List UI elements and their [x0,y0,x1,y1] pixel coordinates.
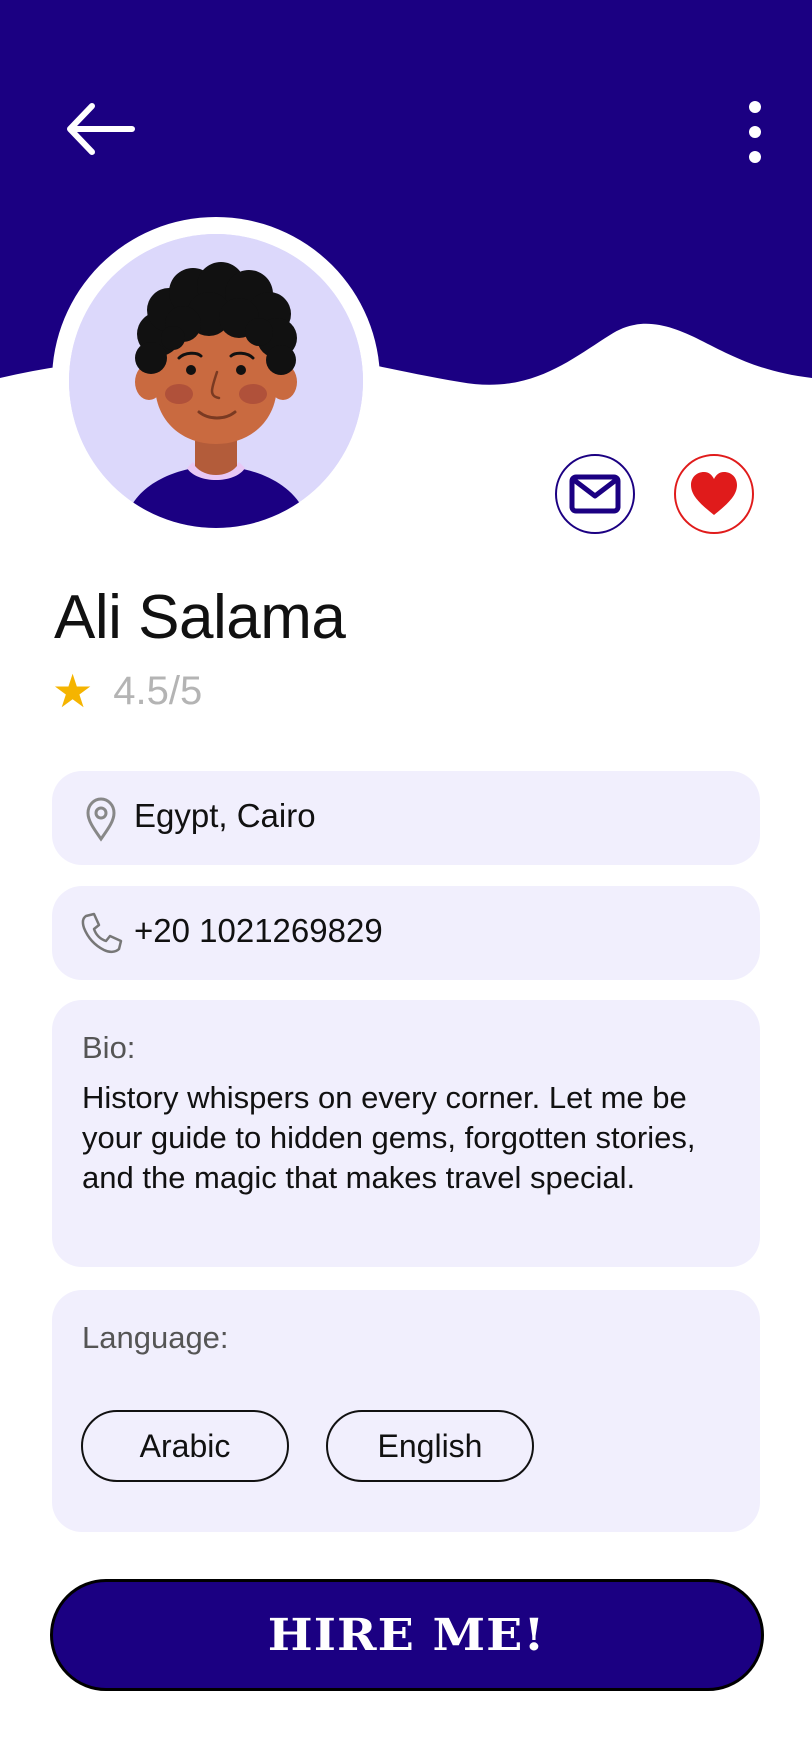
language-label: Language: [82,1320,229,1355]
location-pin-icon [86,797,116,842]
arrow-left-icon [67,103,135,155]
avatar [69,234,363,528]
location-text: Egypt, Cairo [134,797,316,834]
favorite-button[interactable] [674,454,754,534]
language-chip-english[interactable]: English [326,1410,534,1482]
more-menu-button[interactable] [735,95,775,169]
rating: ★ 4.5/5 [52,668,202,714]
avatar-frame [52,217,380,545]
phone-card[interactable]: +20 1021269829 [52,886,760,980]
location-card: Egypt, Cairo [52,771,760,865]
bio-text: History whispers on every corner. Let me… [82,1080,696,1195]
bio-card: Bio: History whispers on every corner. L… [52,1000,760,1267]
mail-icon [569,474,621,514]
bio-label: Bio: [82,1030,136,1065]
back-button[interactable] [62,98,142,160]
phone-text: +20 1021269829 [134,912,383,949]
message-button[interactable] [555,454,635,534]
avatar-illustration [69,234,363,528]
star-icon: ★ [52,665,94,717]
phone-icon [81,912,123,954]
more-vertical-icon [749,101,761,163]
heart-icon [691,472,737,515]
language-chip-arabic[interactable]: Arabic [81,1410,289,1482]
language-card: Language: Arabic English [52,1290,760,1532]
hire-me-button[interactable]: HIRE ME! [50,1579,764,1691]
rating-value: 4.5/5 [113,668,203,713]
hire-me-label: HIRE ME! [268,1609,546,1661]
profile-name: Ali Salama [54,583,346,652]
